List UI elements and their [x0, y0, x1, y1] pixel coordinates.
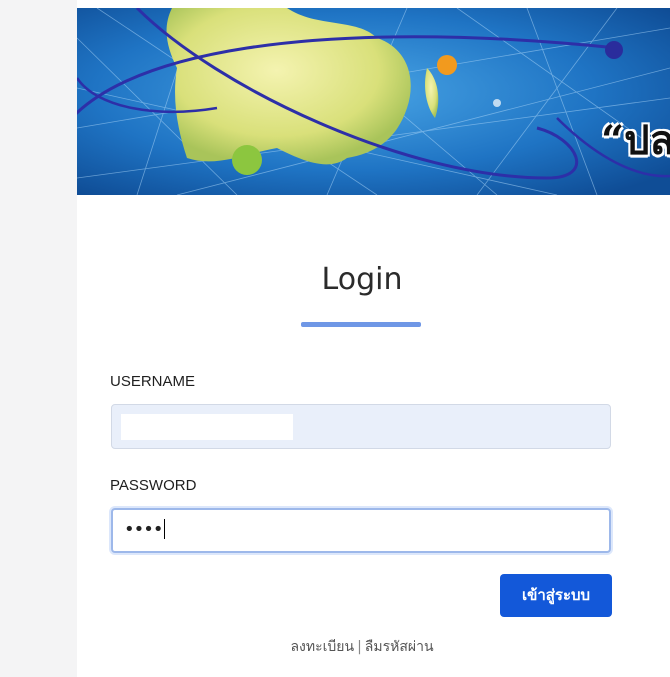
password-value: ••••: [124, 519, 166, 540]
header-banner: “ปล: [77, 8, 670, 195]
username-input[interactable]: [111, 404, 611, 449]
login-page: “ปล Login USERNAME PASSWORD •••• เข้าสู่…: [77, 0, 670, 677]
username-label: USERNAME: [110, 373, 196, 390]
banner-slogan-text: “ปล: [601, 117, 670, 164]
login-submit-button[interactable]: เข้าสู่ระบบ: [500, 574, 612, 617]
link-separator: |: [357, 639, 362, 655]
footer-links: ลงทะเบียน | ลืมรหัสผ่าน: [77, 636, 647, 658]
globe-network-banner-image: [77, 8, 670, 195]
register-link[interactable]: ลงทะเบียน: [290, 639, 354, 655]
title-underline-divider: [301, 322, 421, 327]
text-caret: [164, 519, 166, 539]
username-value: [121, 414, 293, 440]
forgot-password-link[interactable]: ลืมรหัสผ่าน: [365, 639, 434, 655]
password-masked-text: ••••: [124, 519, 163, 540]
page-title: Login: [321, 262, 403, 297]
password-input[interactable]: ••••: [111, 508, 611, 553]
password-label: PASSWORD: [110, 477, 197, 494]
